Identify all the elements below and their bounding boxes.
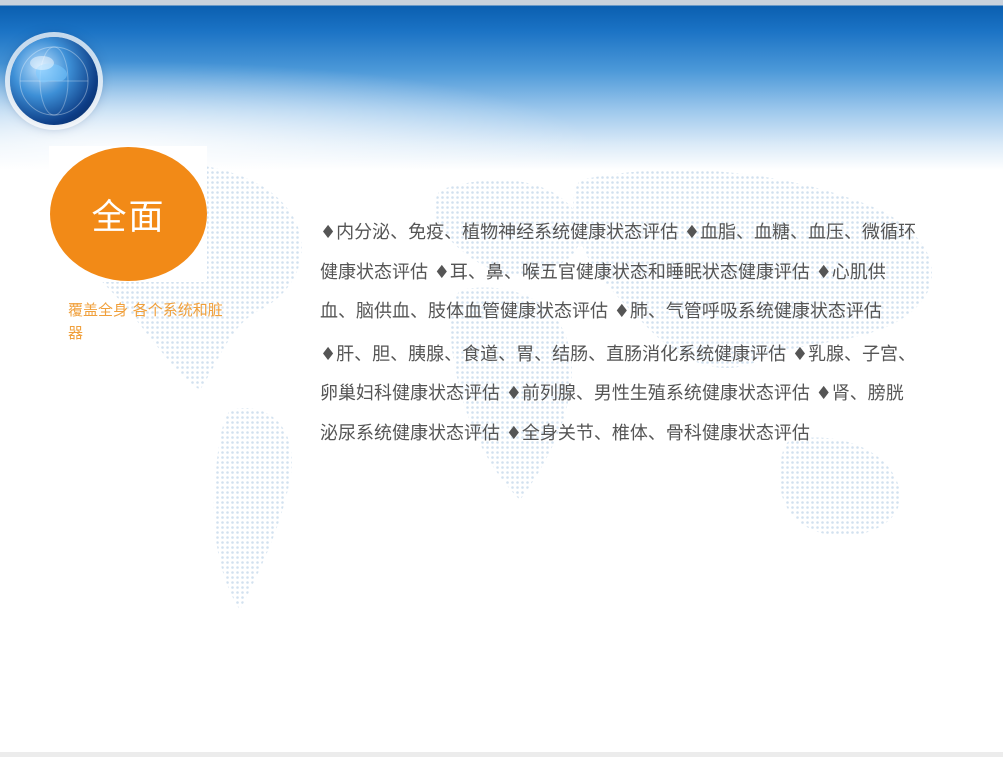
badge-caption: 覆盖全身 各个系统和脏器 bbox=[68, 301, 223, 342]
title-badge: 全面 bbox=[50, 147, 207, 281]
badge-title: 全面 bbox=[91, 197, 166, 238]
footer-divider bbox=[0, 752, 1003, 757]
assessment-paragraph-1: ♦内分泌、免疫、植物神经系统健康状态评估 ♦血脂、血糖、血压、微循环健康状态评估… bbox=[320, 222, 916, 322]
globe-icon bbox=[10, 37, 98, 125]
assessment-list: ♦内分泌、免疫、植物神经系统健康状态评估 ♦血脂、血糖、血压、微循环健康状态评估… bbox=[320, 213, 920, 456]
assessment-paragraph-2: ♦肝、胆、胰腺、食道、胃、结肠、直肠消化系统健康评估 ♦乳腺、子宫、卵巢妇科健康… bbox=[320, 343, 916, 444]
